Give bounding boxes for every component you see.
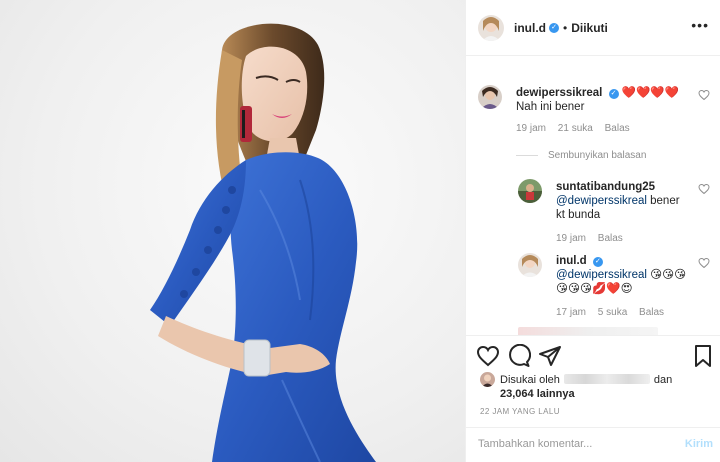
author-avatar[interactable]: [478, 14, 504, 41]
comment-meta: 19 jam Balas: [556, 233, 632, 244]
liked-by-prefix: Disukai oleh: [500, 374, 560, 386]
comment-meta: 17 jam 5 suka Balas: [556, 307, 673, 318]
comment-message: Nah ini bener: [516, 101, 585, 113]
post-side-panel: inul.d ✓ • Diikuti ••• dewiperssikreal ✓…: [465, 0, 720, 462]
comment-input[interactable]: Tambahkan komentar...: [478, 438, 592, 450]
comment-likes[interactable]: 5 suka: [598, 307, 627, 318]
commenter-avatar[interactable]: [478, 85, 502, 109]
like-comment-heart-icon[interactable]: [698, 183, 710, 195]
reply-text: suntatibandung25 @dewiperssikreal bener …: [556, 180, 688, 222]
commenter-avatar[interactable]: [518, 179, 542, 203]
comment-hearts: ❤️❤️❤️❤️: [621, 87, 679, 99]
model-illustration: [150, 23, 376, 462]
reply-emoji-line-1: 😘😘😘: [650, 269, 687, 281]
comment-time: 19 jam: [556, 233, 587, 244]
likes-count[interactable]: 23,064 lainnya: [500, 387, 575, 401]
reply-text: inul.d ✓ @dewiperssikreal 😘😘😘 😘😘😘💋❤️😍: [556, 254, 688, 296]
verified-badge-icon: ✓: [592, 257, 603, 267]
commenter-username[interactable]: inul.d: [556, 255, 587, 267]
reply-button[interactable]: Balas: [598, 233, 623, 244]
comment-time: 17 jam: [556, 307, 587, 318]
comment-text: dewiperssikreal ✓ ❤️❤️❤️❤️ Nah ini bener: [516, 86, 686, 114]
more-options-icon[interactable]: •••: [691, 18, 709, 32]
comments-list: dewiperssikreal ✓ ❤️❤️❤️❤️ Nah ini bener…: [466, 57, 720, 335]
post-comment-button[interactable]: Kirim: [685, 438, 713, 450]
divider: [516, 155, 538, 156]
liked-by-and: dan: [653, 374, 673, 386]
next-reply-preview: [518, 327, 658, 335]
comment-icon[interactable]: [507, 344, 531, 368]
reply-item: inul.d ✓ @dewiperssikreal 😘😘😘 😘😘😘💋❤️😍 17…: [518, 253, 710, 323]
author-username[interactable]: inul.d: [514, 21, 546, 35]
like-comment-heart-icon[interactable]: [698, 257, 710, 269]
post-photo[interactable]: [0, 0, 465, 462]
reply-emoji-line-2: 😘😘😘💋❤️😍: [556, 283, 633, 295]
liker-avatar: [480, 372, 495, 387]
comment-item: dewiperssikreal ✓ ❤️❤️❤️❤️ Nah ini bener…: [478, 85, 710, 145]
reply-button[interactable]: Balas: [605, 123, 630, 134]
reply-button[interactable]: Balas: [639, 307, 664, 318]
heart-icon[interactable]: [476, 344, 500, 368]
reply-item: suntatibandung25 @dewiperssikreal bener …: [518, 179, 710, 244]
follow-status-button[interactable]: Diikuti: [571, 21, 608, 35]
comment-likes[interactable]: 21 suka: [558, 123, 593, 134]
post-timestamp[interactable]: 22 JAM YANG LALU: [480, 407, 560, 416]
like-comment-heart-icon[interactable]: [698, 89, 710, 101]
mention-link[interactable]: @dewiperssikreal: [556, 195, 647, 207]
post-header: inul.d ✓ • Diikuti •••: [466, 0, 720, 56]
commenter-username[interactable]: suntatibandung25: [556, 181, 655, 193]
mention-link[interactable]: @dewiperssikreal: [556, 269, 647, 281]
comment-time: 19 jam: [516, 123, 547, 134]
bookmark-icon[interactable]: [691, 344, 715, 368]
header-separator: •: [563, 20, 568, 35]
comment-meta: 19 jam 21 suka Balas: [516, 123, 639, 134]
hide-replies-label: Sembunyikan balasan: [548, 150, 647, 161]
verified-badge-icon: ✓: [608, 89, 619, 99]
hide-replies-toggle[interactable]: Sembunyikan balasan: [516, 150, 646, 161]
share-icon[interactable]: [538, 344, 562, 368]
verified-badge-icon: ✓: [549, 22, 559, 33]
commenter-username[interactable]: dewiperssikreal: [516, 87, 602, 99]
post-actions: Disukai oleh dan 23,064 lainnya 22 JAM YA…: [466, 335, 720, 427]
add-comment-bar: Tambahkan komentar... Kirim: [466, 427, 720, 462]
blurred-liker-name: [563, 374, 650, 384]
commenter-avatar[interactable]: [518, 253, 542, 277]
